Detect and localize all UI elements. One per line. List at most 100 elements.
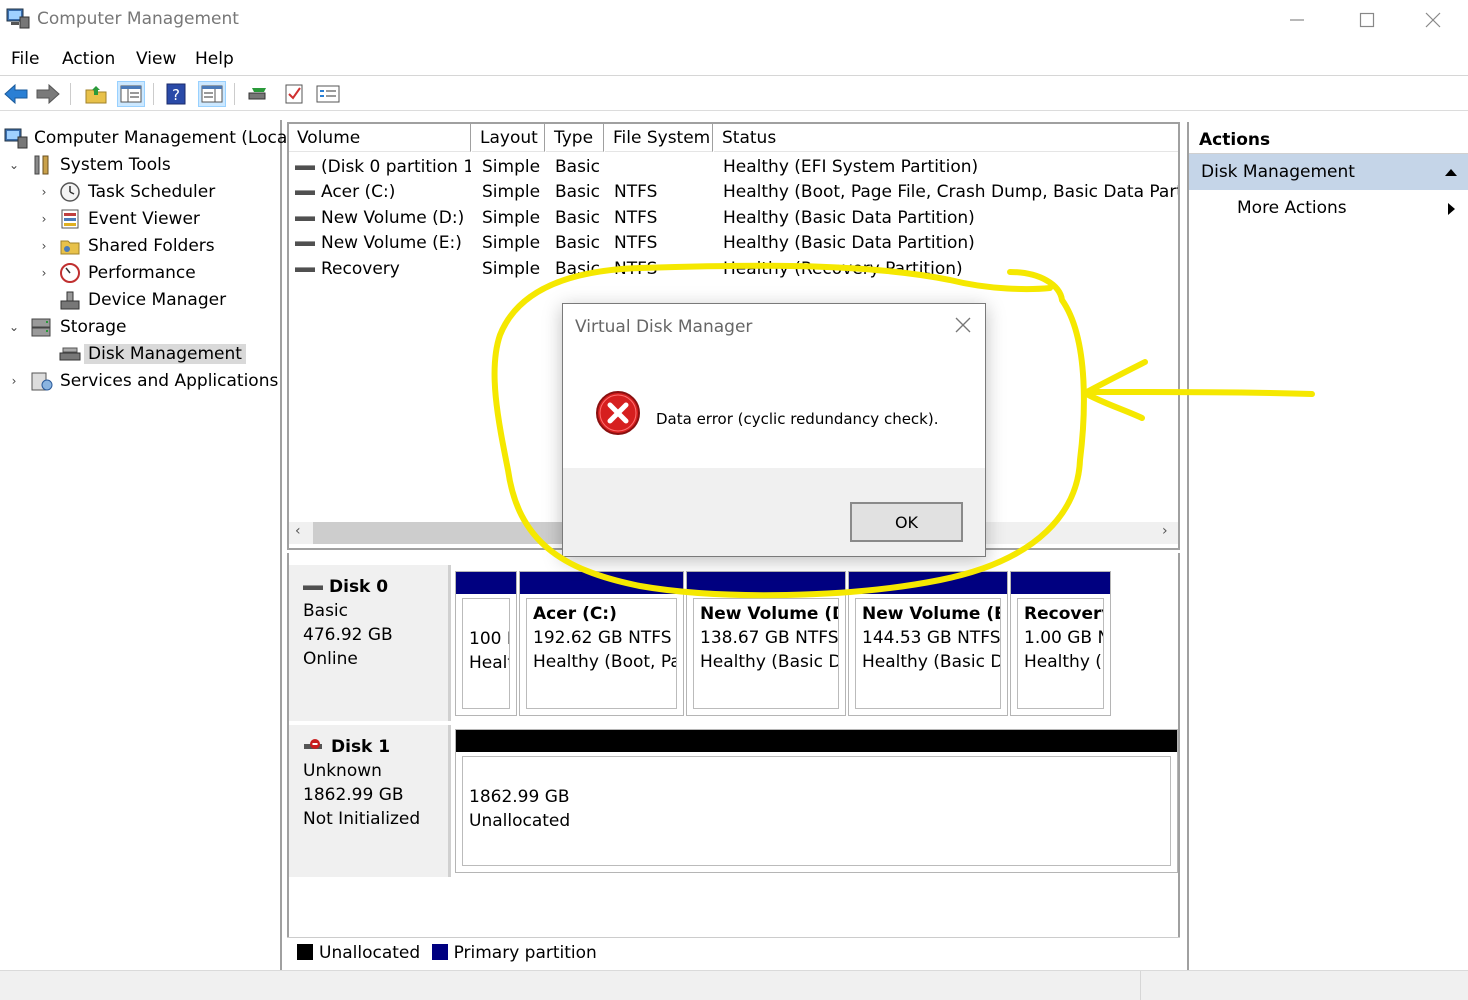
column-header-volume[interactable]: Volume [289, 124, 471, 152]
volume-icon [295, 164, 315, 170]
maximize-button[interactable] [1332, 0, 1402, 40]
scroll-left-icon[interactable]: ‹ [295, 523, 301, 539]
tree-item-shared-folders[interactable]: › Shared Folders [36, 233, 215, 259]
list-view-button[interactable] [314, 81, 342, 107]
ok-button[interactable]: OK [850, 502, 963, 542]
performance-icon [58, 262, 82, 284]
action-pane-icon [201, 85, 223, 103]
disk-size: 476.92 GB [303, 625, 393, 645]
shared-folder-icon [58, 235, 82, 257]
device-manager-icon [58, 289, 82, 311]
chevron-right-icon[interactable]: › [36, 212, 52, 226]
table-row[interactable]: (Disk 0 partition 1) Simple Basic Health… [289, 155, 1178, 180]
scroll-right-icon[interactable]: › [1162, 523, 1168, 539]
partition-acer-c[interactable]: Acer (C:) 192.62 GB NTFS Healthy (Boot, … [519, 571, 684, 716]
help-button[interactable]: ? [162, 81, 190, 107]
disk-management-icon [58, 343, 82, 365]
disk-state: Not Initialized [303, 809, 421, 829]
chevron-right-icon[interactable]: › [6, 374, 22, 388]
cell-volume: New Volume (D:) [321, 208, 465, 228]
show-hide-console-tree-button[interactable] [117, 81, 145, 107]
actions-pane: Actions Disk Management More Actions [1187, 122, 1468, 970]
actions-section-disk-management[interactable]: Disk Management [1189, 154, 1468, 190]
actions-header: Actions [1189, 122, 1468, 154]
menu-action[interactable]: Action [62, 49, 115, 69]
partition-size: 144.53 GB NTFS [862, 628, 1001, 648]
back-button[interactable] [2, 81, 30, 107]
partition-status: Healthy (Basic Data [700, 652, 838, 672]
column-header-type[interactable]: Type [546, 124, 604, 152]
tree-item-disk-management[interactable]: Disk Management [58, 341, 246, 367]
table-row[interactable]: New Volume (D:) Simple Basic NTFS Health… [289, 206, 1178, 231]
maximize-icon [1359, 12, 1375, 28]
dialog-close-button[interactable] [955, 314, 971, 339]
partition-efi[interactable]: 100 MB Healthy [455, 571, 517, 716]
disk-type: Unknown [303, 761, 382, 781]
partition-status: Unallocated [469, 811, 571, 831]
back-arrow-icon [4, 83, 28, 105]
tree-item-computer-management[interactable]: Computer Management (Local) [4, 125, 299, 151]
collapse-up-icon[interactable] [1444, 168, 1458, 177]
table-row[interactable]: Recovery Simple Basic NTFS Healthy (Reco… [289, 257, 1178, 282]
forward-button[interactable] [34, 81, 62, 107]
cell-volume: Recovery [321, 259, 400, 279]
tree-label: Services and Applications [60, 371, 279, 391]
chevron-right-icon[interactable]: › [36, 239, 52, 253]
column-header-file-system[interactable]: File System [605, 124, 713, 152]
cell-status: Healthy (EFI System Partition) [723, 157, 979, 177]
close-button[interactable] [1398, 0, 1468, 40]
tree-item-device-manager[interactable]: Device Manager [58, 287, 226, 313]
table-row[interactable]: New Volume (E:) Simple Basic NTFS Health… [289, 231, 1178, 256]
connect-disk-button[interactable] [244, 81, 272, 107]
table-row[interactable]: Acer (C:) Simple Basic NTFS Healthy (Boo… [289, 180, 1178, 205]
partition-recovery[interactable]: Recovery 1.00 GB NTFS Healthy (Recovery [1010, 571, 1111, 716]
partition-new-volume-d[interactable]: New Volume (D:) 138.67 GB NTFS Healthy (… [686, 571, 846, 716]
chevron-right-icon[interactable]: › [36, 266, 52, 280]
chevron-down-icon[interactable]: ⌄ [6, 158, 22, 172]
cell-status: Healthy (Boot, Page File, Crash Dump, Ba… [723, 182, 1178, 202]
partition-size: 1.00 GB NTFS [1024, 628, 1103, 648]
tree-item-performance[interactable]: › Performance [36, 260, 196, 286]
up-folder-button[interactable] [82, 81, 110, 107]
cell-status: Healthy (Basic Data Partition) [723, 208, 975, 228]
partition-status: Healthy (Recovery [1024, 652, 1103, 672]
partition-unallocated[interactable]: 1862.99 GB Unallocated [455, 729, 1178, 873]
chevron-down-icon[interactable]: ⌄ [6, 320, 22, 334]
partition-name: Recovery [1024, 604, 1104, 624]
partition-new-volume-e[interactable]: New Volume (E:) 144.53 GB NTFS Healthy (… [848, 571, 1008, 716]
disk-size: 1862.99 GB [303, 785, 404, 805]
disk-0-info[interactable]: Disk 0 Basic 476.92 GB Online [289, 565, 451, 721]
chevron-right-icon[interactable]: › [36, 185, 52, 199]
tree-item-event-viewer[interactable]: › Event Viewer [36, 206, 200, 232]
tree-item-system-tools[interactable]: ⌄ System Tools [6, 152, 171, 178]
tree-item-services-and-applications[interactable]: › Services and Applications [6, 368, 279, 394]
tree-item-storage[interactable]: ⌄ Storage [6, 314, 127, 340]
disk-1-info[interactable]: Disk 1 Unknown 1862.99 GB Not Initialize… [289, 725, 451, 877]
disk-type: Basic [303, 601, 349, 621]
tree-label: Shared Folders [88, 236, 215, 256]
more-actions-item[interactable]: More Actions [1189, 190, 1468, 226]
cell-status: Healthy (Basic Data Partition) [723, 233, 975, 253]
partition-bar [456, 730, 1177, 752]
disk-connect-icon [248, 88, 266, 100]
column-header-status[interactable]: Status [714, 124, 1178, 152]
disk-state: Online [303, 649, 358, 669]
show-hide-action-pane-button[interactable] [198, 81, 226, 107]
volume-icon [295, 189, 315, 195]
menu-file[interactable]: File [11, 49, 39, 69]
computer-management-icon [4, 127, 28, 149]
column-header-layout[interactable]: Layout [472, 124, 545, 152]
services-icon [30, 370, 54, 392]
cell-type: Basic [555, 182, 601, 202]
properties-button[interactable] [280, 81, 308, 107]
partition-bar [520, 572, 683, 594]
partition-bar [1011, 572, 1110, 594]
minimize-button[interactable] [1262, 0, 1332, 40]
menu-view[interactable]: View [136, 49, 176, 69]
computer-management-icon [6, 8, 30, 29]
partition-bar [849, 572, 1007, 594]
cell-layout: Simple [482, 233, 541, 253]
up-folder-icon [85, 86, 107, 104]
tree-item-task-scheduler[interactable]: › Task Scheduler [36, 179, 216, 205]
menu-help[interactable]: Help [195, 49, 234, 69]
